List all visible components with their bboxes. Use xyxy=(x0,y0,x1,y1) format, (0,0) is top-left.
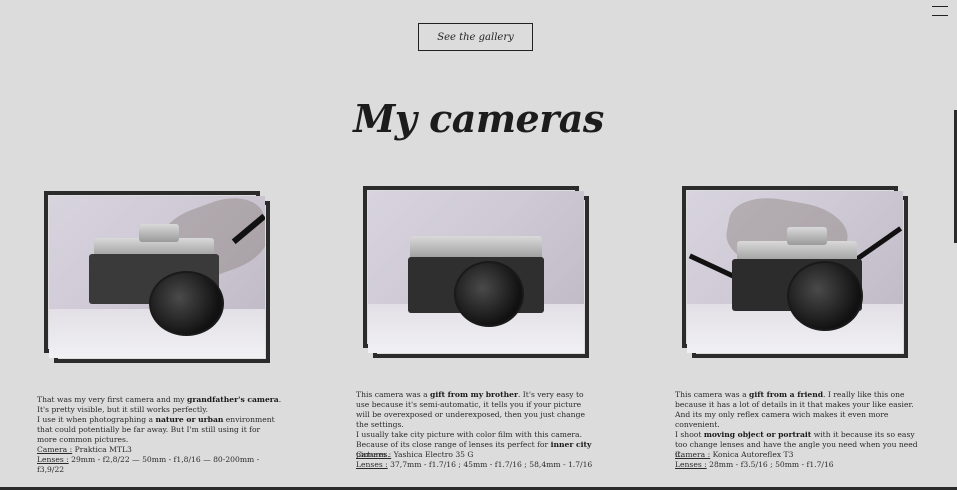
camera-label: Camera : xyxy=(37,445,73,454)
highlight: gift from a friend xyxy=(749,390,824,399)
highlight: nature or urban xyxy=(155,415,224,424)
lenses-label: Lenses : xyxy=(356,460,388,469)
camera-photo xyxy=(368,191,584,353)
camera-photo xyxy=(687,191,903,353)
highlight: inner city xyxy=(550,440,592,449)
camera-specs: Camera : Yashica Electro 35 G Lenses : 3… xyxy=(356,450,596,470)
camera-specs: Camera : Praktica MTL3 Lenses : 29mm - f… xyxy=(37,445,282,475)
highlight: gift from my brother xyxy=(430,390,518,399)
camera-label: Camera : xyxy=(356,450,392,459)
camera-description: That was my very first camera and my gra… xyxy=(37,395,282,445)
text: That was my very first camera and my xyxy=(37,395,188,404)
camera-specs: Camera : Konica Autoreflex T3 Lenses : 2… xyxy=(675,450,920,470)
text: I shoot xyxy=(675,430,704,439)
lenses-value: 37,7mm - f1.7/16 ; 45mm - f1.7/16 ; 58,4… xyxy=(387,460,593,469)
menu-icon[interactable] xyxy=(932,6,948,16)
camera-photo xyxy=(49,196,265,358)
menu-line xyxy=(932,6,948,7)
text: I use it when photographing a xyxy=(37,415,156,424)
text: I usually take city picture with color f… xyxy=(356,430,583,449)
lenses-label: Lenses : xyxy=(37,455,69,464)
text: This camera was a xyxy=(356,390,431,399)
camera-value: Praktica MTL3 xyxy=(72,445,132,454)
highlight: grandfather's camera xyxy=(187,395,279,404)
see-gallery-button[interactable]: See the gallery xyxy=(418,23,533,51)
lenses-value: 29mm - f2,8/22 — 50mm - f1,8/16 — 80-200… xyxy=(37,455,260,474)
lenses-label: Lenses : xyxy=(675,460,707,469)
highlight: moving object or portrait xyxy=(703,430,812,439)
camera-value: Yashica Electro 35 G xyxy=(391,450,474,459)
lenses-value: 28mm - f3.5/16 ; 50mm - f1.7/16 xyxy=(706,460,834,469)
menu-line xyxy=(932,15,948,16)
text: This camera was a xyxy=(675,390,750,399)
camera-label: Camera : xyxy=(675,450,711,459)
page-title: My cameras xyxy=(353,96,604,141)
camera-value: Konica Autoreflex T3 xyxy=(710,450,794,459)
